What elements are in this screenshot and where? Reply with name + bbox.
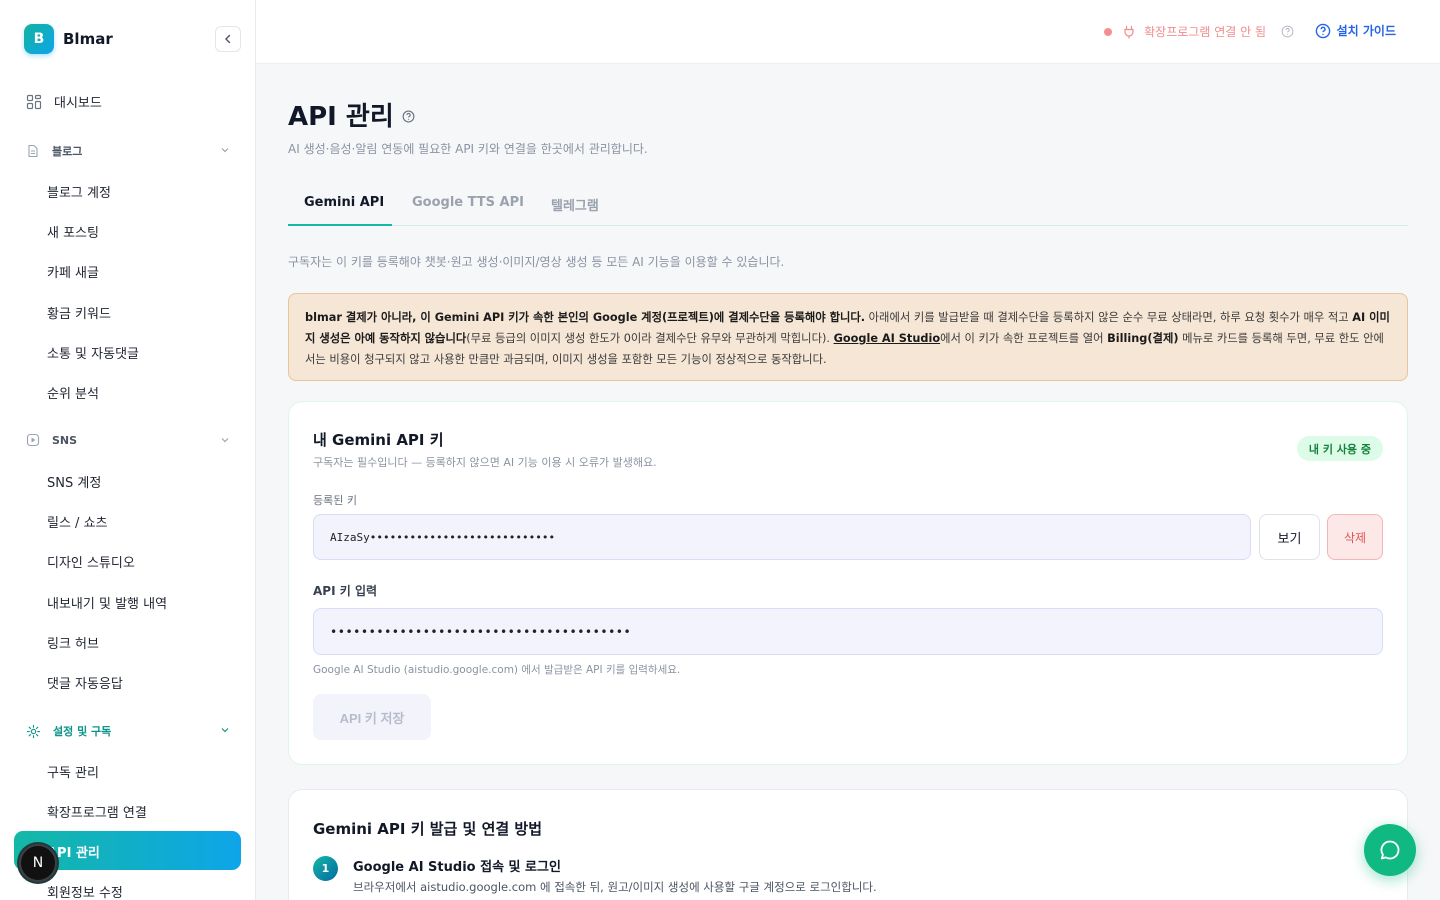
- chevron-left-icon: [225, 34, 231, 44]
- gear-icon: [26, 724, 41, 738]
- collapse-sidebar-button[interactable]: [215, 26, 241, 52]
- step-title: Google AI Studio 접속 및 로그인: [353, 860, 561, 875]
- sidebar-item-blog-account[interactable]: 블로그 계정: [47, 182, 111, 201]
- avatar[interactable]: N: [19, 844, 57, 882]
- plug-icon: [1124, 25, 1134, 39]
- tab-telegram[interactable]: 텔레그램: [551, 195, 599, 214]
- tab-gemini-api[interactable]: Gemini API: [304, 195, 384, 210]
- sidebar-item-export-history[interactable]: 내보내기 및 발행 내역: [47, 593, 167, 612]
- tab-description: 구독자는 이 키를 등록해야 챗봇·원고 생성·이미지/영상 생성 등 모든 A…: [288, 255, 785, 269]
- view-key-button[interactable]: 보기: [1259, 514, 1320, 560]
- step-number: 1: [313, 856, 338, 881]
- chevron-down-icon: [221, 438, 229, 443]
- sidebar-item-subscription[interactable]: 구독 관리: [47, 762, 99, 781]
- topbar: 확장프로그램 연결 안 됨 설치 가이드: [256, 0, 1440, 64]
- sidebar-section-sns[interactable]: SNS: [26, 433, 230, 447]
- page-title-text: API 관리: [288, 102, 394, 132]
- active-tab-indicator: [288, 224, 392, 226]
- play-icon: [26, 433, 40, 447]
- brand-logo: B: [24, 24, 54, 54]
- save-api-key-button[interactable]: API 키 저장: [313, 694, 431, 740]
- sidebar-section-settings[interactable]: 설정 및 구독: [26, 723, 230, 739]
- how-to-card: Gemini API 키 발급 및 연결 방법 1 Google AI Stud…: [288, 789, 1408, 900]
- info-icon[interactable]: [402, 110, 415, 123]
- api-tabs: Gemini API Google TTS API 텔레그램: [288, 185, 1408, 226]
- install-guide-link[interactable]: 설치 가이드: [1315, 22, 1396, 39]
- sidebar-item-label: 대시보드: [54, 96, 102, 111]
- warning-text-1: 아래에서 키를 발급받을 때 결제수단을 등록하지 않은 순수 무료 상태라면,…: [865, 311, 1353, 324]
- section-label: 블로그: [52, 145, 83, 158]
- sidebar-item-reels-shorts[interactable]: 릴스 / 쇼츠: [47, 512, 108, 531]
- chat-button[interactable]: [1364, 824, 1416, 876]
- api-key-input[interactable]: [313, 608, 1383, 655]
- section-label: 설정 및 구독: [53, 725, 112, 738]
- sidebar: B Blmar 대시보드 블로그 블로그 계정 새 포스팅 카페 새글 황금 키…: [0, 0, 256, 900]
- brand[interactable]: B Blmar: [24, 24, 113, 54]
- extension-status: 확장프로그램 연결 안 됨: [1104, 23, 1266, 40]
- warning-bold-3: Billing(결제): [1107, 332, 1179, 345]
- sidebar-item-dashboard[interactable]: 대시보드: [26, 92, 102, 111]
- sidebar-item-golden-keyword[interactable]: 황금 키워드: [47, 303, 111, 322]
- warning-text-3: 에서 이 키가 속한 프로젝트를 열어: [940, 332, 1108, 345]
- sidebar-item-comment-autoreply[interactable]: 댓글 자동응답: [47, 673, 123, 692]
- delete-key-button[interactable]: 삭제: [1327, 514, 1383, 560]
- sidebar-item-auto-comment[interactable]: 소통 및 자동댓글: [47, 343, 139, 362]
- sidebar-item-design-studio[interactable]: 디자인 스튜디오: [47, 552, 135, 571]
- chevron-down-icon: [221, 728, 229, 733]
- how-to-title: Gemini API 키 발급 및 연결 방법: [313, 820, 542, 838]
- registered-key-label: 등록된 키: [313, 494, 357, 507]
- sidebar-section-blog[interactable]: 블로그: [26, 143, 230, 159]
- sidebar-item-profile-edit[interactable]: 회원정보 수정: [47, 882, 123, 900]
- status-badge: 내 키 사용 중: [1296, 436, 1383, 461]
- api-key-input-label: API 키 입력: [313, 584, 378, 598]
- warning-text-2: (무료 등급의 이미지 생성 한도가 0이라 결제수단 유무와 무관하게 막힙니…: [466, 332, 834, 345]
- install-guide-label: 설치 가이드: [1336, 24, 1396, 38]
- sidebar-item-new-post[interactable]: 새 포스팅: [47, 222, 99, 241]
- registered-key-field: AIzaSy••••••••••••••••••••••••••••: [313, 514, 1251, 560]
- gemini-key-card: 내 Gemini API 키 구독자는 필수입니다 — 등록하지 않으면 AI …: [288, 401, 1408, 765]
- sidebar-item-extension[interactable]: 확장프로그램 연결: [47, 802, 147, 821]
- sidebar-item-link-hub[interactable]: 링크 허브: [47, 633, 99, 652]
- step-description: 브라우저에서 aistudio.google.com 에 접속한 뒤, 원고/이…: [353, 880, 877, 894]
- card-title: 내 Gemini API 키: [313, 431, 444, 449]
- google-ai-studio-link[interactable]: Google AI Studio: [834, 332, 941, 345]
- brand-name: Blmar: [63, 30, 113, 48]
- warning-bold-1: blmar 결제가 아니라, 이 Gemini API 키가 속한 본인의 Go…: [305, 311, 866, 324]
- sidebar-item-rank-analysis[interactable]: 순위 분석: [47, 383, 99, 402]
- dashboard-icon: [26, 94, 42, 109]
- page-title: API 관리: [288, 96, 415, 133]
- question-circle-icon: [1315, 23, 1330, 38]
- page-subtitle: AI 생성·음성·알림 연동에 필요한 API 키와 연결을 한곳에서 관리합니…: [288, 142, 648, 156]
- sidebar-item-cafe-post[interactable]: 카페 새글: [47, 262, 99, 281]
- chat-bubble-icon: [1380, 840, 1400, 860]
- billing-warning: blmar 결제가 아니라, 이 Gemini API 키가 속한 본인의 Go…: [288, 293, 1408, 381]
- section-label: SNS: [52, 433, 78, 447]
- api-key-hint: Google AI Studio (aistudio.google.com) 에…: [313, 664, 681, 676]
- extension-status-text: 확장프로그램 연결 안 됨: [1144, 25, 1266, 39]
- document-icon: [28, 144, 38, 158]
- help-icon[interactable]: [1281, 25, 1294, 38]
- status-dot: [1104, 27, 1113, 36]
- chevron-down-icon: [221, 148, 229, 153]
- card-subtitle: 구독자는 필수입니다 — 등록하지 않으면 AI 기능 이용 시 오류가 발생해…: [313, 456, 657, 469]
- sidebar-item-sns-account[interactable]: SNS 계정: [47, 472, 101, 491]
- tab-google-tts-api[interactable]: Google TTS API: [412, 195, 524, 210]
